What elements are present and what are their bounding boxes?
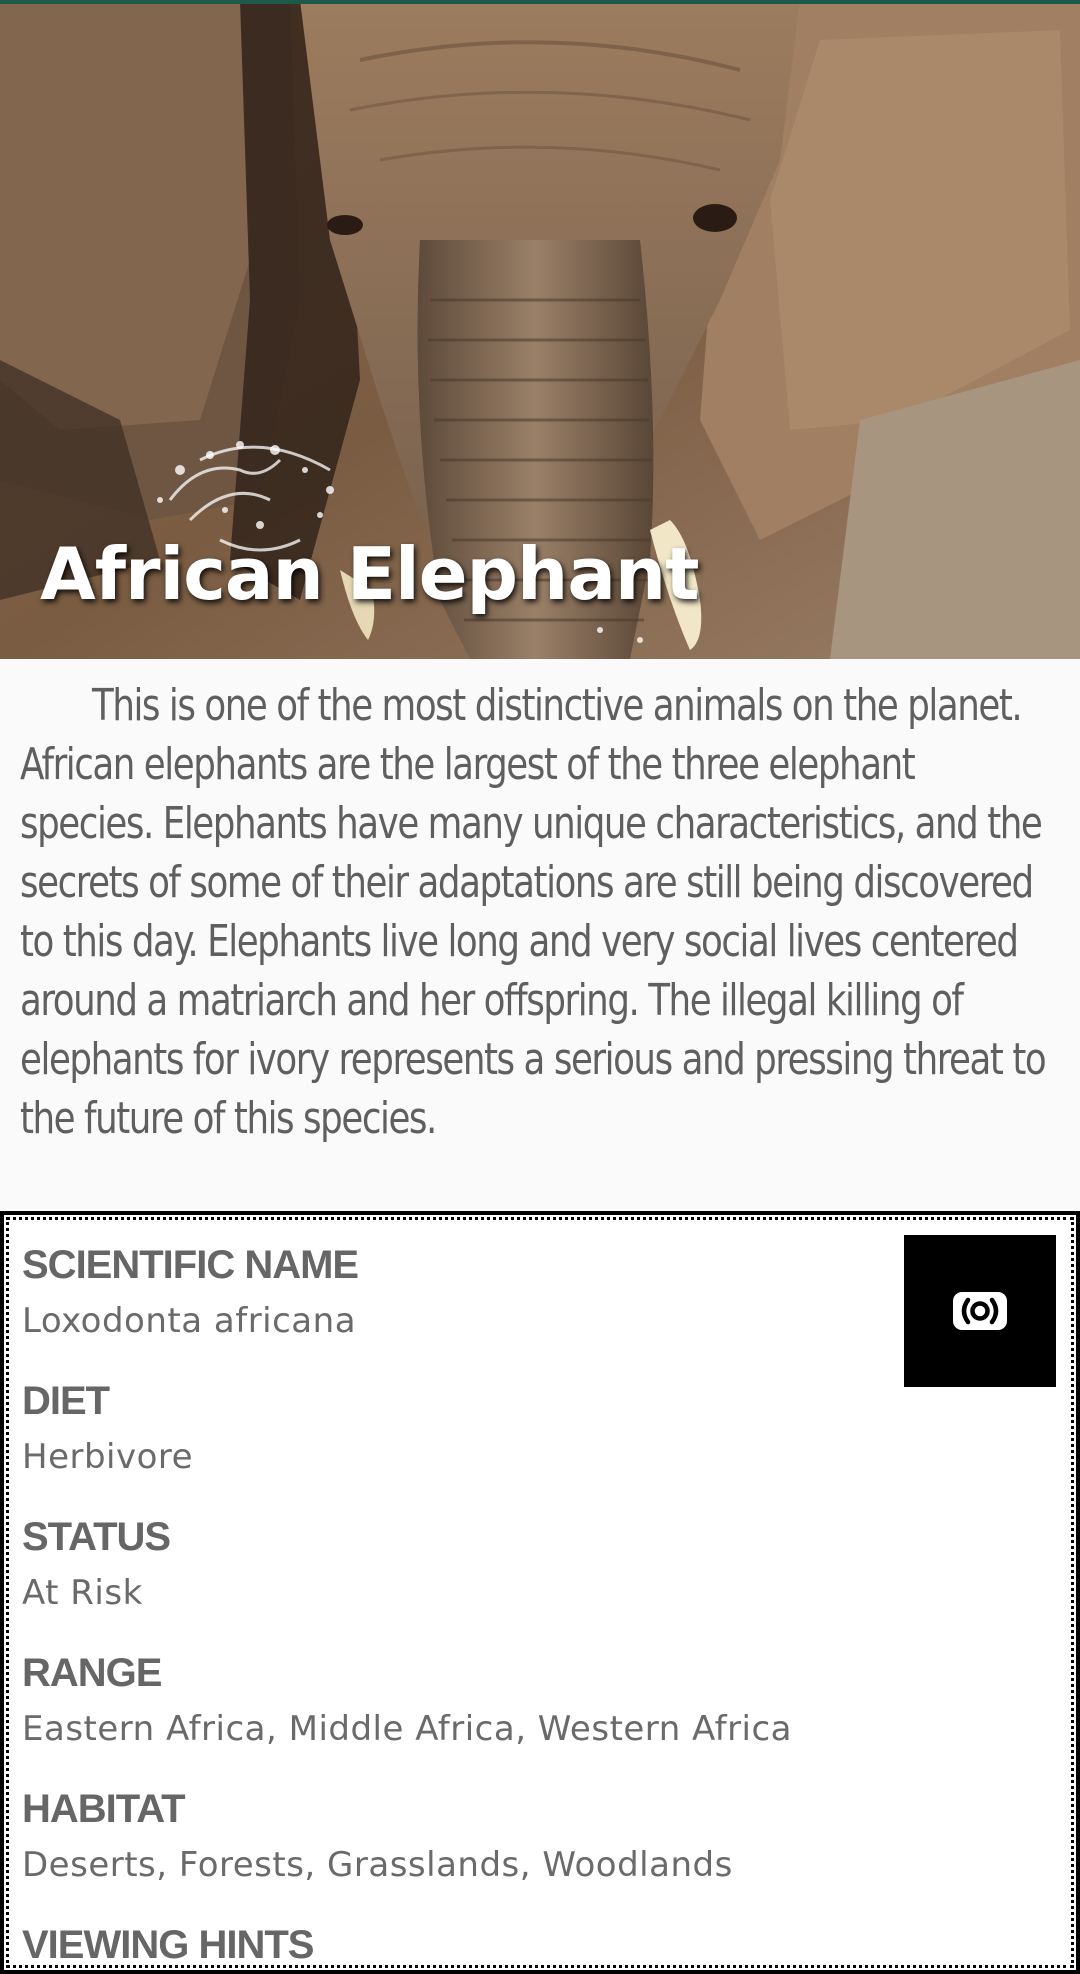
fact-habitat: HABITAT Deserts, Forests, Grasslands, Wo…	[22, 1785, 733, 1887]
fact-value-diet: Herbivore	[22, 1437, 194, 1477]
fact-label-scientific-name: SCIENTIFIC NAME	[22, 1243, 359, 1287]
top-accent-bar	[0, 0, 1080, 4]
fact-value-scientific-name: Loxodonta africana	[22, 1301, 357, 1341]
fact-viewing-hints: VIEWING HINTS	[22, 1921, 314, 1969]
fact-value-habitat: Deserts, Forests, Grasslands, Woodlands	[22, 1845, 733, 1885]
fact-value-range: Eastern Africa, Middle Africa, Western A…	[22, 1709, 793, 1749]
fact-label-habitat: HABITAT	[22, 1787, 186, 1831]
fact-status: STATUS At Risk	[22, 1513, 171, 1615]
animal-title: African Elephant	[40, 532, 700, 616]
fact-label-diet: DIET	[22, 1379, 110, 1423]
audio-play-button[interactable]	[904, 1235, 1056, 1387]
animal-description: This is one of the most distinctive anim…	[20, 680, 1047, 1144]
audio-broadcast-icon	[953, 1292, 1007, 1330]
fact-diet: DIET Herbivore	[22, 1377, 193, 1479]
fact-label-range: RANGE	[22, 1651, 162, 1695]
hero-image: African Elephant	[0, 0, 1080, 659]
fact-label-status: STATUS	[22, 1515, 171, 1559]
fact-scientific-name: SCIENTIFIC NAME Loxodonta africana	[22, 1241, 359, 1343]
fact-label-viewing-hints: VIEWING HINTS	[22, 1923, 314, 1967]
facts-panel: SCIENTIFIC NAME Loxodonta africana DIET …	[0, 1211, 1080, 1974]
fact-value-status: At Risk	[22, 1573, 143, 1613]
fact-range: RANGE Eastern Africa, Middle Africa, Wes…	[22, 1649, 792, 1751]
